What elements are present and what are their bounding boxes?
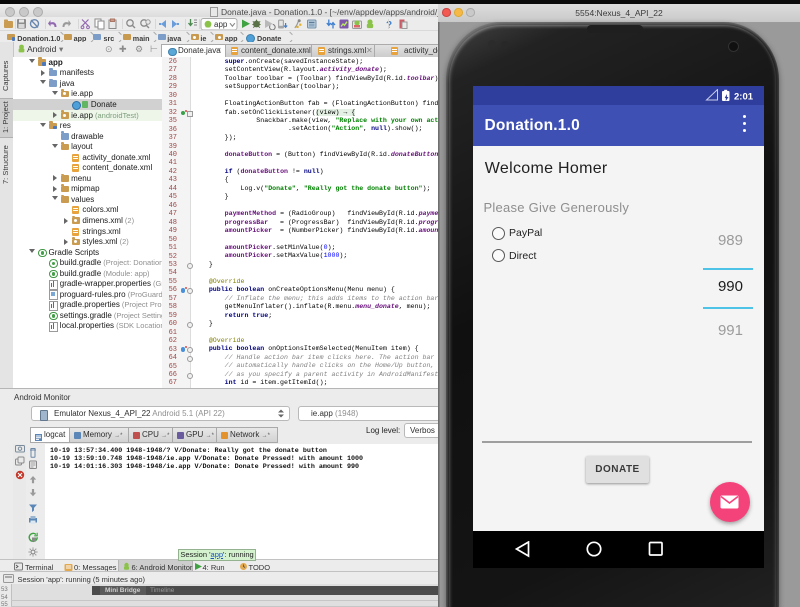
svg-text:2:01: 2:01 bbox=[734, 92, 754, 103]
svg-text:app: app bbox=[214, 20, 228, 29]
